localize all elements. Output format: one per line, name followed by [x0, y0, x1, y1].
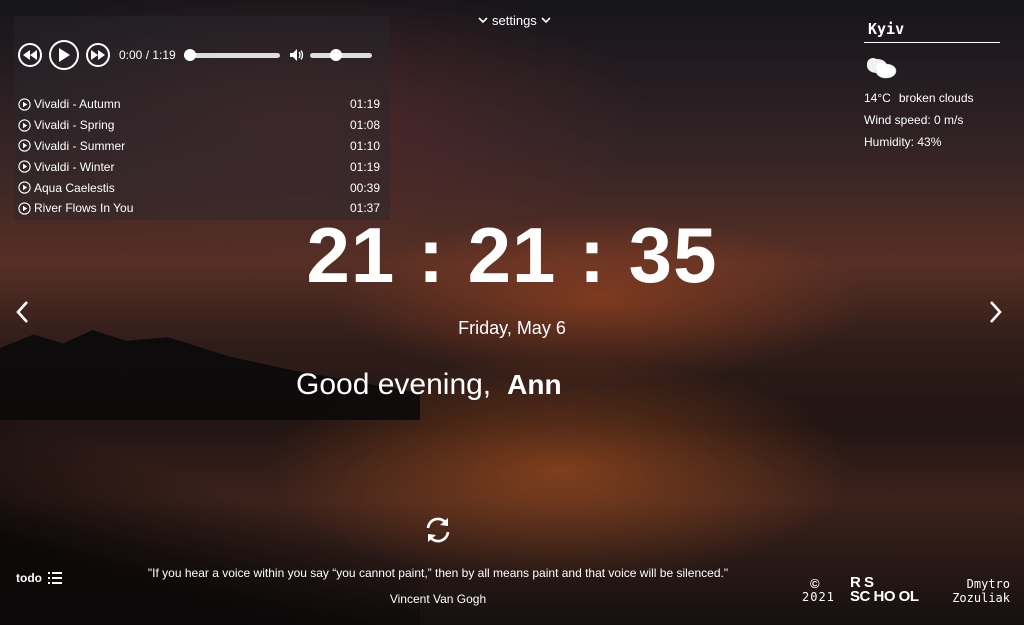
track-title: Vivaldi - Winter — [34, 159, 115, 174]
playlist-item[interactable]: Aqua Caelestis 00:39 — [18, 177, 386, 198]
clock: 21 : 21 : 35 — [306, 211, 718, 299]
chevron-right-icon — [990, 301, 1002, 323]
volume-thumb[interactable] — [329, 48, 342, 61]
weather-widget: Kyiv 14°C broken clouds Wind speed: 0 m/s… — [864, 20, 1004, 149]
volume-button[interactable] — [289, 49, 304, 61]
rewind-icon — [23, 50, 37, 60]
previous-track-button[interactable] — [18, 43, 42, 67]
name-input[interactable]: Ann — [507, 369, 561, 401]
track-progress-slider[interactable] — [183, 48, 280, 61]
wind-speed: Wind speed: 0 m/s — [864, 113, 964, 127]
volume-slider[interactable] — [309, 48, 372, 61]
greeting-container: Good evening, Ann — [296, 368, 562, 402]
track-duration: 01:08 — [349, 118, 380, 133]
play-circle-icon — [18, 181, 31, 194]
playlist-item[interactable]: Vivaldi - Spring 01:08 — [18, 115, 386, 136]
chevron-down-icon — [541, 17, 551, 24]
greeting: Good evening, — [296, 368, 492, 401]
playlist-item[interactable]: Vivaldi - Summer 01:10 — [18, 136, 386, 157]
player-controls: 0:00 / 1:19 — [18, 40, 372, 70]
track-duration: 01:19 — [349, 97, 380, 112]
track-title: Vivaldi - Autumn — [34, 97, 121, 112]
author-github-link[interactable]: Dmytro Zozuliak — [948, 577, 1010, 605]
quote-author: Vincent Van Gogh — [389, 592, 487, 606]
track-duration: 01:19 — [349, 159, 380, 174]
play-button[interactable] — [49, 40, 79, 70]
play-icon — [59, 48, 70, 62]
city-input[interactable]: Kyiv — [864, 20, 1000, 43]
volume-icon — [289, 49, 303, 61]
weather-description: broken clouds — [898, 91, 974, 105]
track-duration: 00:39 — [349, 180, 380, 195]
track-title: Vivaldi - Spring — [34, 118, 115, 133]
settings-label: settings — [492, 13, 537, 28]
playlist: Vivaldi - Autumn 01:19 Vivaldi - Spring … — [18, 94, 386, 219]
change-quote-button[interactable] — [423, 515, 453, 550]
next-track-button[interactable] — [86, 43, 110, 67]
weather-temperature-row: 14°C broken clouds — [864, 91, 1004, 105]
copyright-year: 2021 — [802, 590, 835, 604]
play-circle-icon — [18, 139, 31, 153]
play-circle-icon — [18, 160, 31, 173]
author-last-name: Zozuliak — [952, 591, 1010, 605]
track-duration: 01:10 — [349, 138, 380, 153]
progress-thumb[interactable] — [183, 48, 196, 61]
temperature: 14°C — [864, 91, 891, 105]
broken-clouds-icon — [864, 55, 1004, 85]
track-title: Aqua Caelestis — [34, 180, 115, 195]
chevron-down-icon — [478, 17, 488, 24]
author-first-name: Dmytro — [966, 577, 1010, 591]
quote-text: "If you hear a voice within you say “you… — [147, 566, 729, 580]
settings-toggle[interactable]: settings — [474, 13, 555, 28]
rs-school-logo[interactable]: R S SC HO OL — [850, 575, 919, 605]
playlist-item[interactable]: Vivaldi - Winter 01:19 — [18, 156, 386, 177]
audio-player: 0:00 / 1:19 Vivaldi - Autumn 01:19 Vival… — [14, 16, 390, 220]
list-icon — [48, 572, 62, 584]
humidity: Humidity: 43% — [864, 135, 942, 149]
copyright-mark: © — [810, 576, 820, 591]
refresh-icon — [426, 517, 450, 543]
rs-school-logo-line2: SC HO OL — [850, 588, 919, 605]
track-time: 0:00 / 1:19 — [119, 48, 176, 62]
todo-label: todo — [16, 571, 42, 585]
track-title: Vivaldi - Summer — [34, 138, 126, 153]
play-circle-icon — [18, 98, 31, 111]
slide-prev-button[interactable] — [12, 298, 34, 331]
slide-next-button[interactable] — [984, 298, 1006, 331]
date: Friday, May 6 — [458, 318, 566, 338]
playlist-item[interactable]: Vivaldi - Autumn 01:19 — [18, 94, 386, 115]
todo-button[interactable]: todo — [16, 571, 62, 585]
chevron-left-icon — [16, 301, 28, 323]
play-circle-icon — [18, 119, 31, 132]
fast-forward-icon — [91, 50, 105, 60]
